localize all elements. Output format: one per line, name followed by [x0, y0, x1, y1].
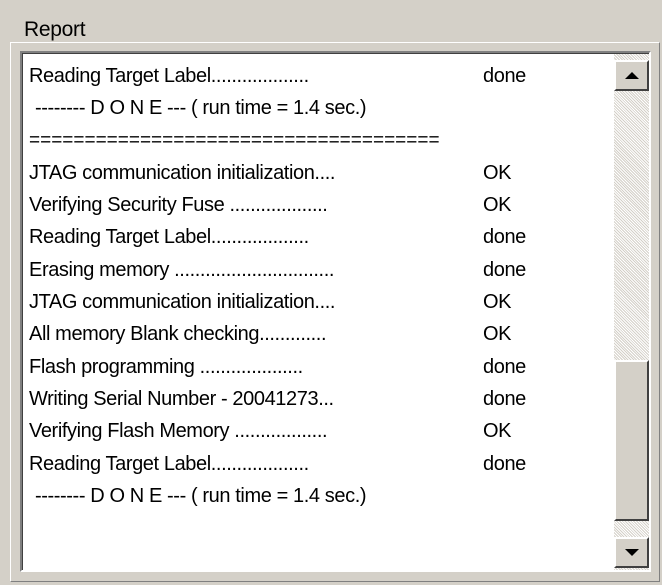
- log-status: OK: [483, 161, 512, 184]
- log-row: Verifying Security Fuse ................…: [29, 189, 609, 221]
- log-message: Erasing memory .........................…: [29, 258, 335, 281]
- log-message: All memory Blank checking.............: [29, 323, 327, 346]
- log-status: done: [483, 387, 526, 410]
- log-row: Erasing memory .........................…: [29, 254, 609, 286]
- log-row: =====================================: [29, 125, 609, 157]
- log-message: JTAG communication initialization....: [29, 161, 336, 184]
- scroll-up-button[interactable]: [614, 60, 649, 91]
- log-status: OK: [483, 194, 512, 217]
- log-message: -------- D O N E --- ( run time = 1.4 se…: [35, 484, 367, 507]
- report-panel: Report Reading Target Label.............…: [0, 0, 662, 585]
- log-row: Writing Serial Number - 20041273... done: [29, 383, 609, 415]
- log-row: -------- D O N E --- ( run time = 1.4 se…: [29, 480, 609, 512]
- log-message: JTAG communication initialization....: [29, 291, 336, 314]
- log-row: JTAG communication initialization.... OK: [29, 286, 609, 318]
- log-status: OK: [483, 323, 512, 346]
- log-row: Flash programming .................... do…: [29, 351, 609, 383]
- arrow-down-icon: [624, 549, 639, 556]
- report-log-listbox[interactable]: Reading Target Label................... d…: [20, 51, 651, 572]
- log-status: OK: [483, 291, 512, 314]
- log-row: Reading Target Label................... d…: [29, 448, 609, 480]
- log-message: Verifying Security Fuse ................…: [29, 194, 328, 217]
- log-status: done: [483, 452, 526, 475]
- log-status: done: [483, 65, 526, 87]
- log-status: done: [483, 355, 526, 378]
- log-message: Reading Target Label...................: [29, 452, 309, 475]
- log-message: Verifying Flash Memory .................…: [29, 420, 328, 443]
- report-group-label: Report: [24, 18, 86, 41]
- log-status: done: [483, 258, 526, 281]
- scroll-down-button[interactable]: [614, 537, 649, 568]
- log-row: Verifying Flash Memory .................…: [29, 415, 609, 447]
- log-row: All memory Blank checking............. OK: [29, 318, 609, 350]
- log-row: JTAG communication initialization.... OK: [29, 157, 609, 189]
- log-message: Reading Target Label...................: [29, 65, 309, 87]
- log-row: -------- D O N E --- ( run time = 1.4 se…: [29, 92, 609, 124]
- vertical-scrollbar[interactable]: [614, 54, 649, 570]
- log-row: Reading Target Label................... d…: [29, 221, 609, 253]
- log-status: OK: [483, 420, 512, 443]
- log-message: -------- D O N E --- ( run time = 1.4 se…: [35, 97, 367, 120]
- log-row: Reading Target Label................... d…: [29, 60, 609, 92]
- log-message: Flash programming ....................: [29, 355, 303, 378]
- scrollbar-thumb[interactable]: [614, 360, 649, 521]
- report-log: Reading Target Label................... d…: [29, 60, 609, 512]
- log-message: Reading Target Label...................: [29, 226, 309, 249]
- log-message: =====================================: [29, 129, 440, 151]
- log-status: done: [483, 226, 526, 249]
- arrow-up-icon: [624, 72, 639, 79]
- log-message: Writing Serial Number - 20041273...: [29, 387, 334, 410]
